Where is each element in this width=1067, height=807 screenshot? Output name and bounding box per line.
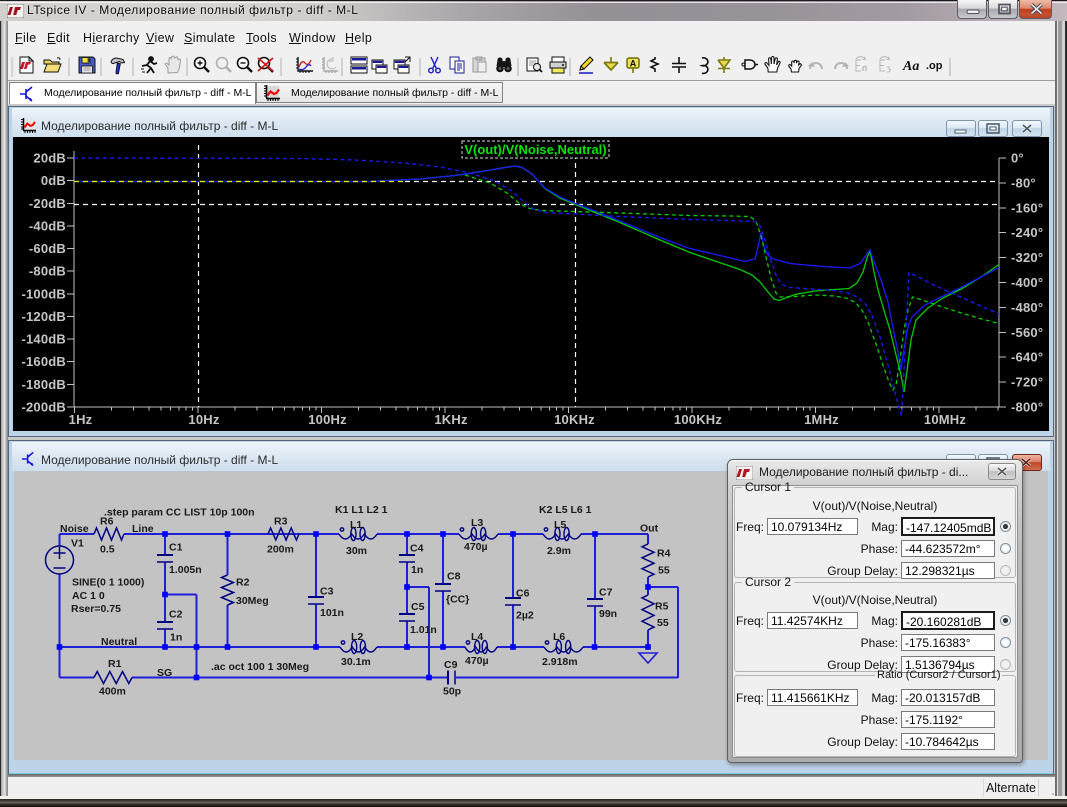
svg-text:-160dB: -160dB [21, 354, 66, 369]
svg-text:C5: C5 [411, 601, 425, 613]
svg-text:-20dB: -20dB [29, 196, 66, 211]
svg-text:-160°: -160° [1011, 200, 1043, 215]
svg-text:C8: C8 [447, 571, 461, 583]
svg-text:2.918m: 2.918m [542, 656, 578, 668]
svg-text:Noise: Noise [60, 523, 89, 535]
svg-text:10MHz: 10MHz [924, 412, 966, 427]
svg-text:55: 55 [658, 565, 670, 577]
svg-text:L5: L5 [554, 519, 566, 531]
svg-text:2µ2: 2µ2 [516, 610, 534, 622]
svg-text:1n: 1n [411, 564, 423, 576]
svg-text:470µ: 470µ [464, 541, 488, 553]
svg-text:10KHz: 10KHz [554, 412, 595, 427]
svg-text:-80°: -80° [1011, 175, 1036, 190]
svg-text:-560°: -560° [1011, 325, 1043, 340]
svg-text:1.005n: 1.005n [169, 564, 202, 576]
svg-text:400m: 400m [99, 686, 126, 698]
svg-text:470µ: 470µ [465, 655, 489, 667]
svg-text:-100dB: -100dB [21, 286, 66, 301]
svg-text:10Hz: 10Hz [188, 412, 219, 427]
svg-text:-40dB: -40dB [29, 218, 66, 233]
svg-text:55: 55 [657, 617, 669, 629]
svg-text:SG: SG [157, 667, 172, 679]
svg-text:Line: Line [132, 523, 154, 535]
svg-text:50p: 50p [443, 686, 461, 698]
svg-text:0.5: 0.5 [100, 544, 115, 556]
svg-text:30Meg: 30Meg [236, 595, 269, 607]
svg-text:L4: L4 [471, 631, 483, 643]
svg-text:-60dB: -60dB [29, 241, 66, 256]
svg-text:L1: L1 [350, 519, 362, 531]
svg-text:99n: 99n [599, 608, 617, 620]
svg-text:R5: R5 [655, 601, 669, 613]
svg-text:C2: C2 [169, 609, 183, 621]
svg-text:-800°: -800° [1011, 400, 1043, 415]
svg-text:A: A [630, 59, 637, 69]
svg-text:-240°: -240° [1011, 225, 1043, 240]
svg-text:-80dB: -80dB [29, 264, 66, 279]
svg-text:AC 1 0: AC 1 0 [72, 590, 105, 602]
svg-text:1n: 1n [170, 632, 182, 644]
svg-text:0dB: 0dB [41, 173, 66, 188]
svg-text:R2: R2 [236, 577, 250, 589]
svg-text:K2 L5 L6 1: K2 L5 L6 1 [539, 504, 592, 516]
svg-text:K1 L1 L2 1: K1 L1 L2 1 [335, 504, 388, 516]
svg-text:C9: C9 [444, 659, 458, 671]
svg-text:200m: 200m [267, 544, 294, 556]
svg-text:R3: R3 [274, 516, 288, 528]
svg-text:-400°: -400° [1011, 275, 1043, 290]
svg-text:Neutral: Neutral [101, 636, 137, 648]
svg-text:100Hz: 100Hz [308, 412, 347, 427]
svg-text:Out: Out [640, 523, 659, 535]
svg-text:R4: R4 [657, 548, 671, 560]
svg-text:SINE(0 1 1000): SINE(0 1 1000) [72, 577, 144, 589]
svg-text:1.01n: 1.01n [410, 624, 437, 636]
svg-text:20dB: 20dB [33, 151, 66, 166]
svg-text:{CC}: {CC} [446, 594, 469, 606]
svg-text:L6: L6 [553, 631, 565, 643]
svg-text:C6: C6 [516, 588, 530, 600]
svg-text:C3: C3 [320, 586, 334, 598]
svg-text:1MHz: 1MHz [804, 412, 839, 427]
svg-text:30m: 30m [346, 545, 367, 557]
svg-text:R1: R1 [108, 658, 122, 670]
svg-text:C1: C1 [169, 542, 183, 554]
svg-text:-180dB: -180dB [21, 377, 66, 392]
svg-text:L2: L2 [351, 631, 363, 643]
svg-text:1Hz: 1Hz [69, 412, 93, 427]
svg-text:.step param CC LIST 10p 100n: .step param CC LIST 10p 100n [104, 507, 255, 519]
svg-text:1KHz: 1KHz [434, 412, 468, 427]
svg-text:-120dB: -120dB [21, 309, 66, 324]
svg-text:V1: V1 [71, 538, 84, 550]
svg-text:Rser=0.75: Rser=0.75 [71, 603, 121, 615]
svg-text:V(out)/V(Noise,Neutral): V(out)/V(Noise,Neutral) [464, 142, 606, 157]
svg-text:.ac oct 100 1 30Meg: .ac oct 100 1 30Meg [211, 661, 309, 673]
svg-text:-720°: -720° [1011, 375, 1043, 390]
svg-text:-320°: -320° [1011, 250, 1043, 265]
svg-text:.op: .op [926, 60, 943, 72]
svg-text:-640°: -640° [1011, 350, 1043, 365]
svg-text:-480°: -480° [1011, 300, 1043, 315]
svg-text:100KHz: 100KHz [674, 412, 722, 427]
svg-text:C4: C4 [410, 543, 424, 555]
svg-text:C7: C7 [599, 587, 613, 599]
svg-text:Aa: Aa [902, 59, 919, 74]
svg-text:2.9m: 2.9m [547, 545, 571, 557]
svg-text:0°: 0° [1011, 151, 1024, 166]
svg-text:-200dB: -200dB [21, 400, 66, 415]
svg-text:L3: L3 [471, 517, 483, 529]
svg-text:30.1m: 30.1m [341, 656, 371, 668]
svg-text:101n: 101n [320, 607, 344, 619]
svg-text:-140dB: -140dB [21, 332, 66, 347]
